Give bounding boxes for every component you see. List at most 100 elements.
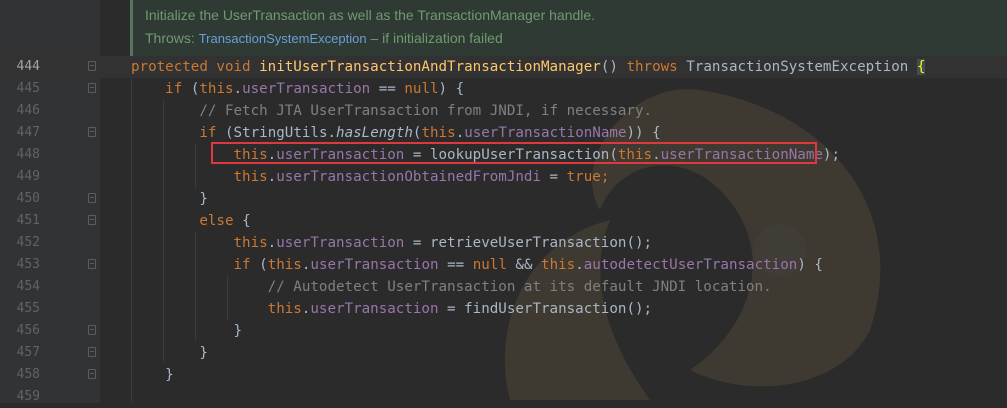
field[interactable]: autodetectUserTransaction — [584, 257, 798, 273]
code-line[interactable]: 445 if (this.userTransaction == null) { — [0, 78, 1007, 100]
line-number: 449 — [16, 169, 40, 184]
line-number: 445 — [16, 81, 40, 96]
keyword: if — [233, 257, 251, 273]
keyword: this — [267, 257, 302, 273]
punct: () — [600, 59, 618, 75]
comment: // Fetch JTA UserTransaction from JNDI, … — [199, 103, 653, 119]
fold-toggle-icon[interactable] — [88, 369, 96, 379]
line-number: 453 — [16, 257, 40, 272]
punct: . — [327, 125, 337, 141]
line-number: 448 — [16, 147, 40, 162]
line-number: 450 — [16, 191, 40, 206]
javadoc-bar — [130, 0, 133, 56]
punct: } — [199, 345, 208, 361]
keyword: this — [421, 125, 456, 141]
line-number: 459 — [16, 389, 40, 404]
keyword: void — [216, 59, 251, 75]
field[interactable]: userTransaction — [276, 235, 404, 251]
code-lines: 444 protected void initUserTransactionAn… — [0, 56, 1007, 408]
fold-toggle-icon[interactable] — [88, 325, 96, 335]
keyword: this — [233, 169, 268, 185]
keyword: true — [566, 169, 601, 185]
fold-toggle-icon[interactable] — [88, 83, 96, 93]
punct: ) { — [438, 81, 465, 97]
code-line[interactable]: 457 } — [0, 342, 1007, 364]
static-method[interactable]: hasLength — [336, 125, 413, 141]
fold-toggle-icon[interactable] — [88, 127, 96, 137]
code-line[interactable]: 454 // Autodetect UserTransaction at its… — [0, 276, 1007, 298]
field[interactable]: userTransaction — [310, 257, 438, 273]
keyword: throws — [626, 59, 678, 75]
punct: ) { — [635, 125, 661, 141]
field[interactable]: userTransaction — [242, 81, 370, 97]
code-line[interactable]: 449 this.userTransactionObtainedFromJndi… — [0, 166, 1007, 188]
type-name[interactable]: TransactionSystemException — [686, 59, 908, 75]
javadoc-description: Initialize the UserTransaction as well a… — [145, 7, 596, 23]
punct: . — [267, 169, 277, 185]
code-line[interactable]: 451 else { — [0, 210, 1007, 232]
method-name[interactable]: initUserTransactionAndTransactionManager — [259, 59, 601, 75]
operator: == — [438, 257, 473, 273]
punct: } — [233, 323, 243, 339]
line-number: 454 — [16, 279, 40, 294]
punct: ); — [822, 147, 840, 163]
fold-toggle-icon[interactable] — [88, 61, 96, 71]
line-number: 444 — [16, 59, 40, 74]
operator: && — [506, 257, 542, 273]
field[interactable]: userTransactionName — [464, 125, 626, 141]
punct: ; — [600, 169, 610, 185]
field[interactable]: userTransaction — [310, 301, 438, 317]
method-call[interactable]: retrieveUserTransaction — [430, 235, 626, 251]
punct: . — [575, 257, 584, 273]
code-line[interactable]: 450 } — [0, 188, 1007, 210]
code-line[interactable]: 458 } — [0, 364, 1007, 386]
punct: ) — [626, 125, 636, 141]
line-number: 447 — [16, 125, 40, 140]
keyword: null — [404, 81, 439, 97]
punct: . — [455, 125, 465, 141]
punct: . — [233, 81, 243, 97]
fold-toggle-icon[interactable] — [88, 259, 96, 269]
keyword: this — [541, 257, 576, 273]
code-editor[interactable]: Initialize the UserTransaction as well a… — [0, 0, 1007, 404]
code-line[interactable]: 444 protected void initUserTransactionAn… — [0, 56, 1007, 78]
keyword: this — [267, 301, 302, 317]
code-line[interactable]: 459 — [0, 386, 1007, 408]
code-line[interactable]: 446 // Fetch JTA UserTransaction from JN… — [0, 100, 1007, 122]
punct: (); — [626, 301, 653, 317]
code-line[interactable]: 455 this.userTransaction = findUserTrans… — [0, 298, 1007, 320]
punct: { — [242, 213, 251, 229]
code-line[interactable]: 452 this.userTransaction = retrieveUserT… — [0, 232, 1007, 254]
punct: ( — [259, 257, 268, 273]
punct: ( — [224, 125, 234, 141]
red-highlight-box — [211, 142, 817, 164]
exception-link[interactable]: TransactionSystemException — [199, 31, 367, 46]
code-line[interactable]: 447 if (StringUtils.hasLength(this.userT… — [0, 122, 1007, 144]
keyword: else — [199, 213, 234, 229]
field[interactable]: userTransactionObtainedFromJndi — [276, 169, 541, 185]
code-line[interactable]: 453 if (this.userTransaction == null && … — [0, 254, 1007, 276]
keyword: if — [199, 125, 217, 141]
javadoc-throws: Throws: TransactionSystemException – if … — [145, 30, 503, 46]
fold-toggle-icon[interactable] — [88, 215, 96, 225]
operator: = — [541, 169, 567, 185]
rendered-javadoc: Initialize the UserTransaction as well a… — [130, 0, 1007, 56]
fold-toggle-icon[interactable] — [88, 193, 96, 203]
method-call[interactable]: findUserTransaction — [464, 301, 626, 317]
line-number: 458 — [16, 367, 40, 382]
comment: // Autodetect UserTransaction at its def… — [267, 279, 772, 295]
class-name[interactable]: StringUtils — [234, 125, 328, 141]
code-line[interactable]: 456 } — [0, 320, 1007, 342]
operator: = — [438, 301, 465, 317]
line-number: 457 — [16, 345, 40, 360]
line-number: 452 — [16, 235, 40, 250]
line-number: 456 — [16, 323, 40, 338]
line-number: 446 — [16, 103, 40, 118]
keyword: protected — [131, 59, 208, 75]
line-number: 455 — [16, 301, 40, 316]
keyword: null — [472, 257, 507, 273]
fold-toggle-icon[interactable] — [88, 347, 96, 357]
operator: = — [404, 235, 430, 251]
keyword: this — [199, 81, 234, 97]
punct: . — [267, 235, 277, 251]
